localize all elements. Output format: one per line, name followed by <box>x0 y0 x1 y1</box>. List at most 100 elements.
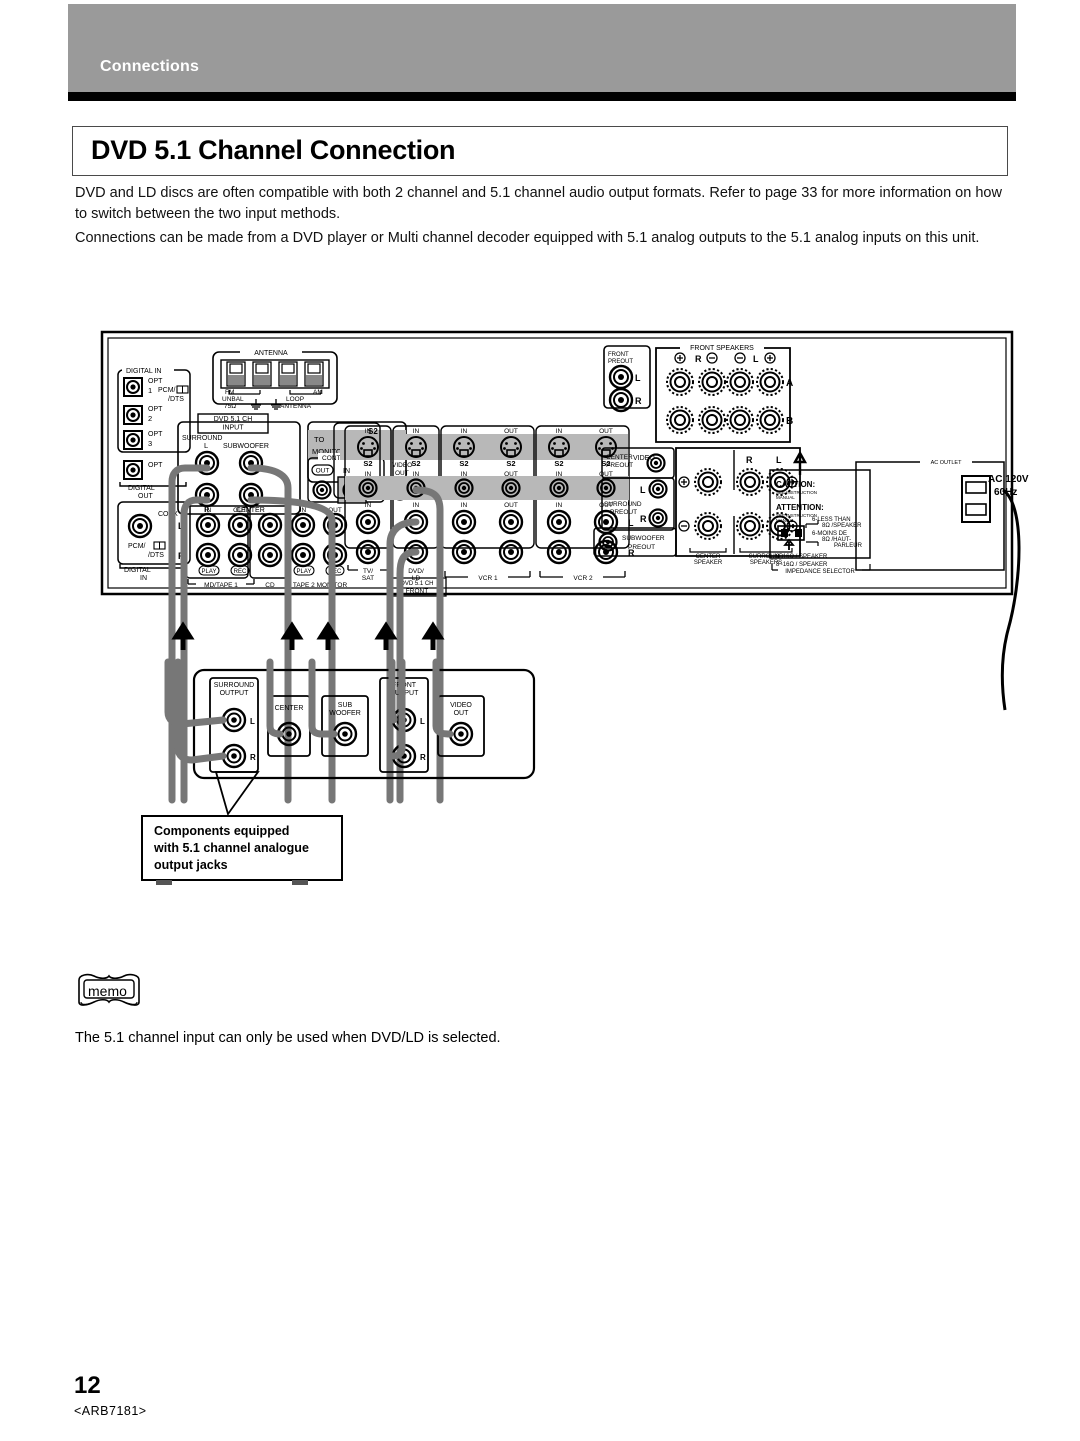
s2-label-1: IN <box>413 428 420 435</box>
front-speakers-group-label: FRONT SPEAKERS <box>690 345 754 352</box>
group-name-dvdld-1: DVD/ <box>408 568 424 575</box>
surround-speakers-l-label: L <box>776 455 782 465</box>
digital-out-opt-label: OPT <box>148 462 163 469</box>
dvd-input-tag-line2: INPUT <box>223 425 245 432</box>
coax-format-label: PCM/ <box>128 543 146 550</box>
digital-in-block: DIGITAL IN OPT 1 PCM/ /DTS OPT 2 OPT 3 <box>117 365 191 453</box>
device-subwoofer-line2: WOOFER <box>329 710 361 717</box>
dvd-input-subwoofer-label: SUBWOOFER <box>223 443 269 450</box>
digital-in-opt1-number: 1 <box>148 386 152 395</box>
dvd-input-surround-label: SURROUND <box>182 435 222 442</box>
group-name-tape2: TAPE 2 MONITOR <box>293 582 348 589</box>
video-out-out-label: OUT <box>395 470 409 477</box>
callout-box: Components equipped with 5.1 channel ana… <box>141 815 343 881</box>
intro-paragraph-2: Connections can be made from a DVD playe… <box>75 230 980 246</box>
front-preout-line2: PREOUT <box>608 359 633 365</box>
subwoofer-preout-line1: SUBWOOFER <box>622 535 665 542</box>
coax-format-dts-label: /DTS <box>148 552 164 559</box>
digital-out-group-label: DIGITAL <box>128 485 155 492</box>
digital-out-group-label-2: OUT <box>138 493 154 500</box>
device-front-l-label: L <box>420 717 425 726</box>
front-speakers-row-b-label: B <box>786 416 793 427</box>
coax-group-label-2: IN <box>140 575 147 582</box>
section-label: Connections <box>100 58 200 75</box>
front-preout-block: FRONT PREOUT L R <box>603 345 651 413</box>
impedance-selector-block: CAUTION: SEE INSTRUCTION MANUAL ATTENTIO… <box>769 450 871 575</box>
device-center-label: CENTER <box>275 705 304 712</box>
device-front-r-label: R <box>420 753 426 762</box>
audio-in-label-tvsat: IN <box>365 502 372 509</box>
digital-in-opt2-label: OPT <box>148 406 163 413</box>
intro-paragraph-1: DVD and LD discs are often compatible wi… <box>75 185 1002 222</box>
front-speakers-row-a-label: A <box>786 378 793 389</box>
right-col-left-label: L <box>628 518 634 528</box>
page-number: 12 <box>74 1372 101 1399</box>
dvd-front-tag-line1: DVD 5.1 CH <box>400 581 433 587</box>
antenna-loop-label: LOOP <box>286 396 304 403</box>
monitor-to-label: TO <box>314 435 324 444</box>
impedance-selector-label: IMPEDANCE SELECTOR <box>785 569 855 575</box>
digital-in-group-label: DIGITAL IN <box>126 368 161 375</box>
antenna-group-label: ANTENNA <box>254 350 288 357</box>
video-out-label-3: OUT <box>599 471 613 478</box>
surround-preout-line2: PREOUT <box>610 509 637 516</box>
front-preout-line1: FRONT <box>608 352 629 358</box>
control-out-label: OUT <box>316 468 330 475</box>
center-speaker-line2: SPEAKER <box>694 560 723 566</box>
memo-label: memo <box>88 983 127 999</box>
device-video-line2: OUT <box>454 710 470 717</box>
device-video-line1: VIDEO <box>450 702 472 709</box>
callout-line-3: output jacks <box>154 858 228 872</box>
digital-in-opt3-label: OPT <box>148 431 163 438</box>
antenna-loop-antenna-label: ANTENNA <box>280 403 312 410</box>
digital-in-opt2-number: 2 <box>148 414 152 423</box>
antenna-am-label: AM <box>313 389 323 396</box>
impedance-range-2: 8~16Ω / SPEAKER <box>776 562 828 568</box>
device-center-output: CENTER <box>267 695 311 757</box>
audio-in-label-vcr1: IN <box>461 502 468 509</box>
s2-name-3: S2 <box>506 459 515 468</box>
dvd-input-tag-line1: DVD 5.1 CH <box>214 416 253 423</box>
s2-label-5: OUT <box>599 428 613 435</box>
audio-in-label-dvdld: IN <box>413 502 420 509</box>
device-video-output: VIDEO OUT <box>437 695 485 757</box>
s2-label-3: OUT <box>504 428 518 435</box>
group-name-vcr1: VCR 1 <box>478 575 498 582</box>
dvd-front-tag-line2: FRONT <box>406 588 428 595</box>
front-preout-r-label: R <box>635 396 642 406</box>
s2-name-1: S2 <box>411 459 420 468</box>
device-surround-line2: OUTPUT <box>220 690 250 697</box>
video-in-label-1: IN <box>413 471 420 478</box>
md-play-label: PLAY <box>202 569 217 575</box>
video-in-label-3: IN <box>556 471 563 478</box>
header-rule <box>68 92 1016 101</box>
video-out-label-2: OUT <box>504 471 518 478</box>
center-preout-line1: CENTER <box>606 454 633 461</box>
digital-in-format-label: PCM/ <box>158 387 176 394</box>
surround-speakers-r-label: R <box>746 455 753 465</box>
document-code: <ARB7181> <box>74 1404 147 1418</box>
s2-label-0: IN <box>365 428 372 435</box>
ac-outlet-block: AC OUTLET AC 120V 60Hz <box>855 456 1029 571</box>
antenna-fm-ohm-label: 75Ω <box>224 403 236 410</box>
video-in-label-2: IN <box>461 471 468 478</box>
device-subwoofer-output: SUB WOOFER <box>321 695 369 757</box>
surround-preout-r-label: R <box>640 514 647 524</box>
device-surround-l-label: L <box>250 717 255 726</box>
antenna-block: ANTENNA FM UNBAL 75Ω AM LOOP ANTENNA <box>212 347 338 410</box>
impedance-range-1: 8~16Ω / SPEAKER <box>776 554 828 560</box>
digital-in-coax-block: COAX PCM/ /DTS DIGITAL IN <box>117 501 191 582</box>
section-header-band <box>68 4 1016 92</box>
coax-group-label: DIGITAL <box>124 567 151 574</box>
s2-label-2: IN <box>461 428 468 435</box>
impedance-attention-sub2: MANUAL <box>776 518 795 523</box>
device-surround-r-label: R <box>250 753 256 762</box>
digital-in-opt3-number: 3 <box>148 439 152 448</box>
ac-outlet-group-label: AC OUTLET <box>931 460 963 466</box>
group-name-tvsat-2: SAT <box>362 575 374 582</box>
video-out-video-label: VIDEO <box>392 462 412 469</box>
page-title-box: DVD 5.1 Channel Connection <box>72 126 1008 176</box>
center-preout-line2: PREOUT <box>606 462 633 469</box>
antenna-fm-unbal-label: UNBAL <box>222 396 244 403</box>
group-name-cd: CD <box>265 582 275 589</box>
